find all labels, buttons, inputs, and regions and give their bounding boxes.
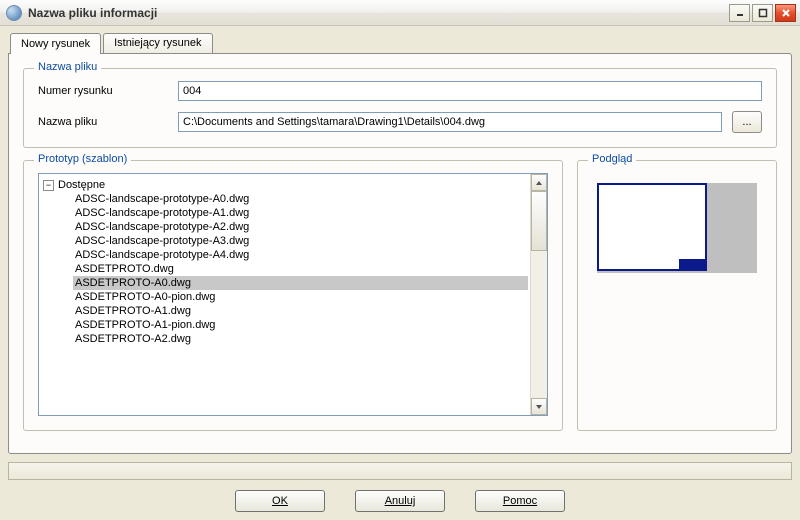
minimize-button[interactable]	[729, 4, 750, 22]
tree-item[interactable]: ASDETPROTO-A2.dwg	[73, 332, 528, 346]
browse-button-label: ...	[742, 116, 751, 128]
maximize-button[interactable]	[752, 4, 773, 22]
tree-item[interactable]: ADSC-landscape-prototype-A1.dwg	[73, 206, 528, 220]
group-legend: Nazwa pliku	[34, 61, 101, 73]
app-icon	[6, 5, 22, 21]
scroll-thumb[interactable]	[531, 191, 547, 251]
button-label: OK	[272, 495, 288, 507]
tab-new-drawing[interactable]: Nowy rysunek	[10, 33, 101, 54]
drawing-number-label: Numer rysunku	[38, 85, 178, 97]
prototype-tree[interactable]: − Dostępne ADSC-landscape-prototype-A0.d…	[39, 174, 530, 415]
preview-document-icon	[597, 183, 707, 271]
filename-group: Nazwa pliku Numer rysunku Nazwa pliku ..…	[23, 68, 777, 148]
tree-item[interactable]: ASDETPROTO-A1.dwg	[73, 304, 528, 318]
prototype-group: Prototyp (szablon) − Dostępne ADSC-lands…	[23, 160, 563, 431]
help-button[interactable]: Pomoc	[475, 490, 565, 512]
tree-item[interactable]: ASDETPROTO-A1-pion.dwg	[73, 318, 528, 332]
preview-thumbnail	[597, 183, 757, 273]
button-label: Anuluj	[385, 495, 416, 507]
tab-existing-drawing[interactable]: Istniejący rysunek	[103, 33, 212, 53]
drawing-number-input[interactable]	[178, 81, 762, 101]
tree-item[interactable]: ADSC-landscape-prototype-A4.dwg	[73, 248, 528, 262]
window-title: Nazwa pliku informacji	[28, 6, 729, 20]
cancel-button[interactable]: Anuluj	[355, 490, 445, 512]
status-bar	[8, 462, 792, 480]
tab-panel: Nazwa pliku Numer rysunku Nazwa pliku ..…	[8, 53, 792, 454]
tab-strip: Nowy rysunek Istniejący rysunek	[10, 32, 792, 53]
scroll-down-icon[interactable]	[531, 398, 547, 415]
tree-item[interactable]: ASDETPROTO-A0.dwg	[73, 276, 528, 290]
file-path-label: Nazwa pliku	[38, 116, 178, 128]
scroll-up-icon[interactable]	[531, 174, 547, 191]
scroll-track[interactable]	[531, 251, 547, 398]
tree-item[interactable]: ASDETPROTO.dwg	[73, 262, 528, 276]
ok-button[interactable]: OK	[235, 490, 325, 512]
tree-item[interactable]: ASDETPROTO-A0-pion.dwg	[73, 290, 528, 304]
tree-root-label: Dostępne	[58, 179, 105, 191]
tree-item[interactable]: ADSC-landscape-prototype-A3.dwg	[73, 234, 528, 248]
tree-item[interactable]: ADSC-landscape-prototype-A0.dwg	[73, 192, 528, 206]
browse-button[interactable]: ...	[732, 111, 762, 133]
preview-group: Podgląd	[577, 160, 777, 431]
tree-collapse-icon[interactable]: −	[43, 180, 54, 191]
tab-label: Nowy rysunek	[21, 38, 90, 50]
group-legend: Prototyp (szablon)	[34, 153, 131, 165]
tab-label: Istniejący rysunek	[114, 37, 201, 49]
file-path-input[interactable]	[178, 112, 722, 132]
group-legend: Podgląd	[588, 153, 636, 165]
close-button[interactable]	[775, 4, 796, 22]
button-label: Pomoc	[503, 495, 537, 507]
tree-item[interactable]: ADSC-landscape-prototype-A2.dwg	[73, 220, 528, 234]
window-titlebar: Nazwa pliku informacji	[0, 0, 800, 26]
tree-scrollbar[interactable]	[530, 174, 547, 415]
